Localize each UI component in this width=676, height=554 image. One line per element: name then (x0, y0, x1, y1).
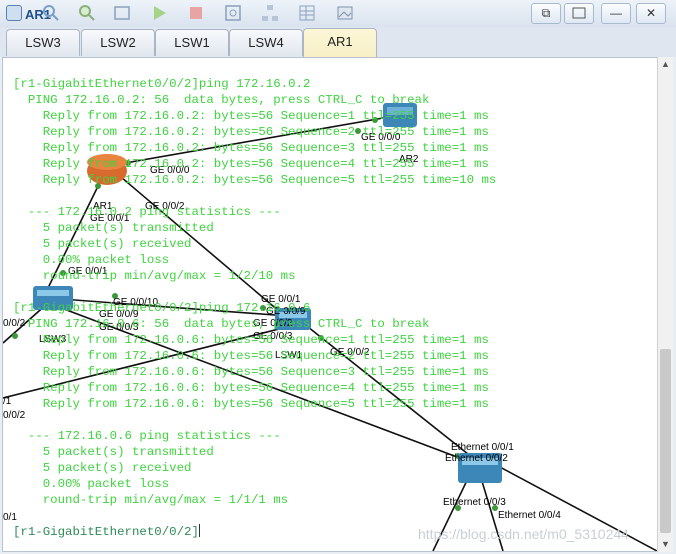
console-line: --- 172.16.0.6 ping statistics --- (13, 429, 281, 443)
scroll-thumb[interactable] (660, 349, 671, 533)
stop-icon[interactable] (187, 4, 205, 22)
console-line: Reply from 172.16.0.6: bytes=56 Sequence… (13, 381, 489, 395)
console-line: 5 packet(s) transmitted (13, 221, 214, 235)
console-line: 5 packet(s) received (13, 461, 192, 475)
app-logo-icon (6, 5, 22, 21)
topology-icon[interactable] (261, 4, 279, 22)
close-button[interactable]: ✕ (636, 3, 666, 24)
grid-icon[interactable] (298, 4, 316, 22)
vertical-scrollbar[interactable]: ▲ ▼ (657, 57, 673, 552)
capture-icon[interactable] (224, 4, 242, 22)
console-line: 5 packet(s) transmitted (13, 445, 214, 459)
console-line: Reply from 172.16.0.6: bytes=56 Sequence… (13, 333, 489, 347)
console-line: 0.00% packet loss (13, 253, 170, 267)
console-prompt: [r1-GigabitEthernet0/0/2] (13, 525, 199, 539)
scroll-down-icon[interactable]: ▼ (658, 537, 673, 552)
console-output: [r1-GigabitEthernet0/0/2]ping 172.16.0.2… (13, 76, 496, 540)
port-label: Ethernet 0/0/4 (498, 510, 561, 521)
title-bar: AR1 ⧉ — ✕ (0, 0, 676, 28)
console-icon[interactable] (113, 4, 131, 22)
console-line: [r1-GigabitEthernet0/0/2]ping 172.16.0.6 (13, 301, 311, 315)
minimize-button[interactable]: — (601, 3, 631, 24)
search-icon[interactable] (42, 4, 60, 22)
console-line: Reply from 172.16.0.2: bytes=56 Sequence… (13, 173, 497, 187)
tab-lsw3[interactable]: LSW3 (6, 29, 80, 56)
watermark: https://blog.csdn.net/m0_5310244 (418, 526, 629, 542)
console-area[interactable]: AR2 AR1 LSW3 LSW1 GE 0/0/0 GE 0/0/2 GE 0… (2, 57, 658, 552)
console-line: Reply from 172.16.0.2: bytes=56 Sequence… (13, 141, 489, 155)
image-icon[interactable] (336, 4, 354, 22)
console-line: [r1-GigabitEthernet0/0/2]ping 172.16.0.2 (13, 77, 311, 91)
console-line: Reply from 172.16.0.6: bytes=56 Sequence… (13, 365, 489, 379)
zoom-icon[interactable] (78, 4, 96, 22)
console-line: Reply from 172.16.0.2: bytes=56 Sequence… (13, 125, 489, 139)
console-line: Reply from 172.16.0.2: bytes=56 Sequence… (13, 157, 489, 171)
text-cursor (198, 524, 200, 537)
tab-lsw4[interactable]: LSW4 (229, 29, 303, 56)
console-line: Reply from 172.16.0.2: bytes=56 Sequence… (13, 109, 489, 123)
port-label: /1 (3, 396, 12, 407)
scroll-up-icon[interactable]: ▲ (658, 57, 673, 72)
tab-lsw2[interactable]: LSW2 (81, 29, 155, 56)
restore-button[interactable]: ⧉ (531, 3, 561, 24)
console-line: 0.00% packet loss (13, 477, 170, 491)
console-line: Reply from 172.16.0.6: bytes=56 Sequence… (13, 349, 489, 363)
split-button[interactable] (564, 3, 594, 24)
tab-ar1[interactable]: AR1 (303, 28, 377, 57)
console-line: PING 172.16.0.2: 56 data bytes, press CT… (13, 93, 430, 107)
device-tab-bar: LSW3 LSW2 LSW1 LSW4 AR1 (0, 27, 676, 57)
tab-lsw1[interactable]: LSW1 (155, 29, 229, 56)
console-line: round-trip min/avg/max = 1/1/1 ms (13, 493, 289, 507)
console-line: --- 172.16.0.2 ping statistics --- (13, 205, 281, 219)
console-line: 5 packet(s) received (13, 237, 192, 251)
console-line: round-trip min/avg/max = 1/2/10 ms (13, 269, 296, 283)
start-icon[interactable] (150, 4, 168, 22)
console-line: Reply from 172.16.0.6: bytes=56 Sequence… (13, 397, 489, 411)
console-line: PING 172.16.0.6: 56 data bytes, press CT… (13, 317, 430, 331)
